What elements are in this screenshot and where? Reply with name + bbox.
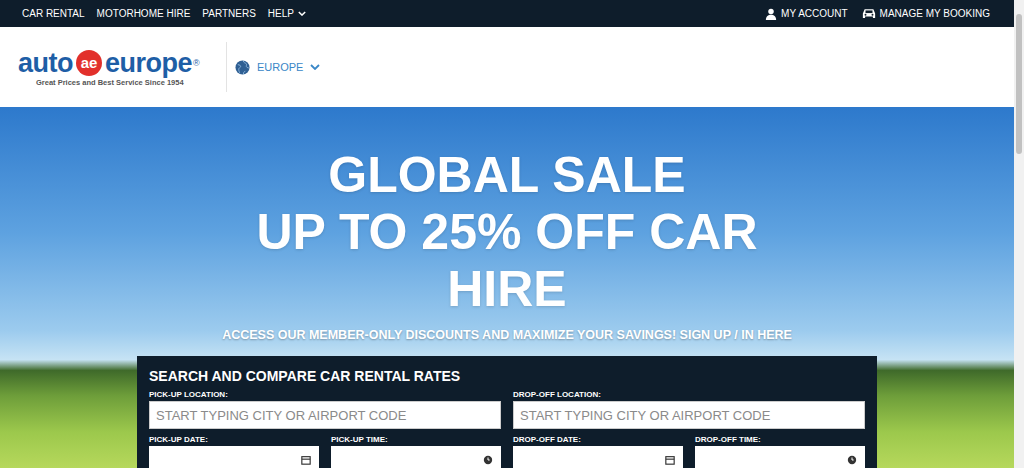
member-signup-link[interactable]: ACCESS OUR MEMBER-ONLY DISCOUNTS AND MAX… [222,328,792,342]
page: CAR RENTAL MOTORHOME HIRE PARTNERS HELP MY A… [0,0,1024,468]
manage-booking-link[interactable]: MANAGE MY BOOKING [862,8,990,19]
top-nav: CAR RENTAL MOTORHOME HIRE PARTNERS HELP MY A… [0,0,1014,27]
datetime-input[interactable] [695,446,865,468]
nav-link[interactable]: PARTNERS [202,8,256,19]
calendar-icon [301,455,311,465]
datetime-field: PICK-UP DATE: [149,435,319,468]
divider [226,42,227,92]
logo[interactable]: autoaeeurope®Great Prices and Best Servi… [18,48,214,87]
datetime-field: PICK-UP TIME: [331,435,501,468]
header: autoaeeurope®Great Prices and Best Servi… [0,27,1014,107]
calendar-icon [665,455,675,465]
logo-mark: ae [76,50,102,76]
nav-link[interactable]: CAR RENTAL [22,8,85,19]
main: CAR RENTAL MOTORHOME HIRE PARTNERS HELP MY A… [0,0,1014,468]
location-input[interactable] [513,401,865,429]
search-title: SEARCH AND COMPARE CAR RENTAL RATES [149,368,865,384]
car-icon [862,8,876,19]
scrollbar[interactable] [1014,0,1024,468]
location-field: DROP-OFF LOCATION: [513,390,865,429]
my-account-link[interactable]: MY ACCOUNT [765,8,848,20]
chevron-down-icon [298,11,306,16]
clock-icon [847,455,857,465]
location-input[interactable] [149,401,501,429]
nav-link[interactable]: MOTORHOME HIRE [97,8,191,19]
scrollbar-thumb[interactable] [1016,14,1022,154]
region-selector[interactable]: EUROPE [235,60,320,75]
headline: GLOBAL SALEUP TO 25% OFF CARHIRE [256,147,757,318]
hero: GLOBAL SALEUP TO 25% OFF CARHIRE ACCESS O… [0,107,1014,468]
datetime-input[interactable] [149,446,319,468]
globe-icon [235,60,250,75]
nav-link[interactable]: HELP [268,8,306,19]
datetime-input[interactable] [331,446,501,468]
search-panel: SEARCH AND COMPARE CAR RENTAL RATES PICK-… [137,356,877,468]
user-icon [765,8,777,20]
datetime-input[interactable] [513,446,683,468]
datetime-field: DROP-OFF DATE: [513,435,683,468]
datetime-field: DROP-OFF TIME: [695,435,865,468]
clock-icon [483,455,493,465]
location-field: PICK-UP LOCATION: [149,390,501,429]
chevron-down-icon [310,64,320,70]
